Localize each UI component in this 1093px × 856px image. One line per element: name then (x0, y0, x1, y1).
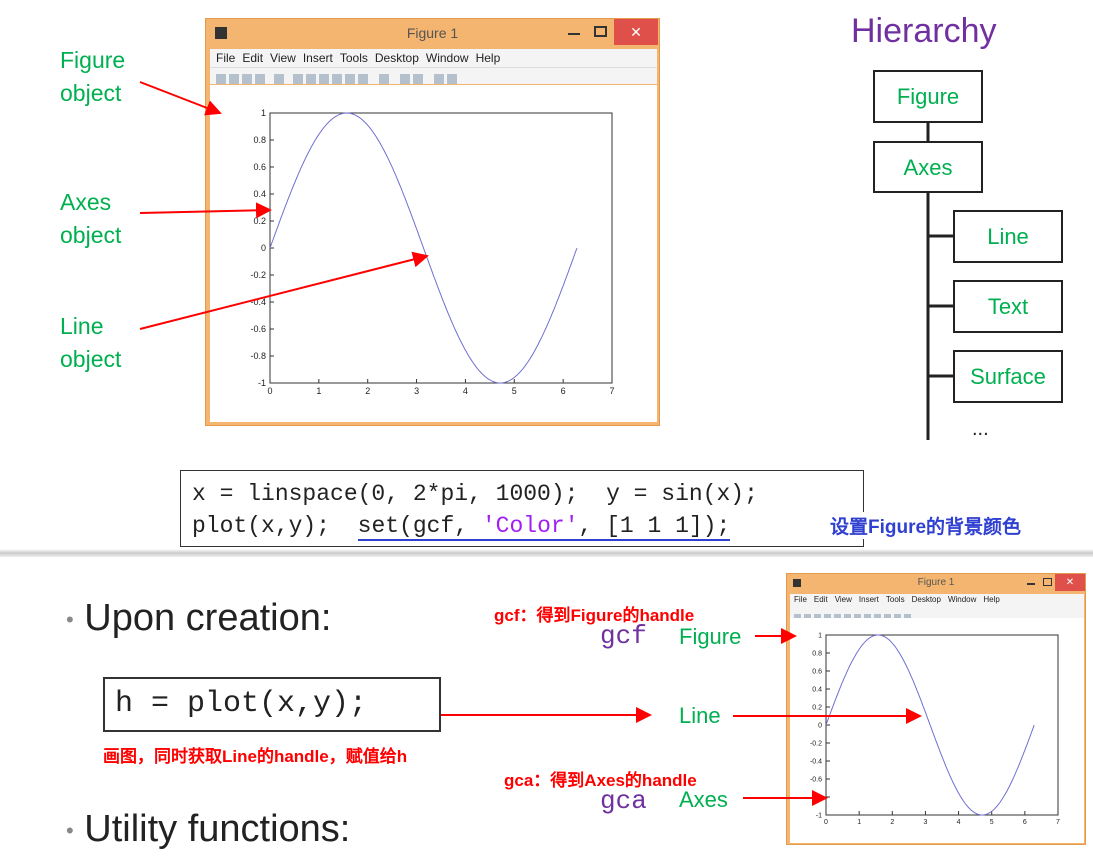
annotation-arrows (139, 81, 922, 806)
arrow-axes-object (139, 202, 272, 219)
arrow-figure-object (139, 81, 222, 116)
arrow-line-object (139, 251, 429, 330)
